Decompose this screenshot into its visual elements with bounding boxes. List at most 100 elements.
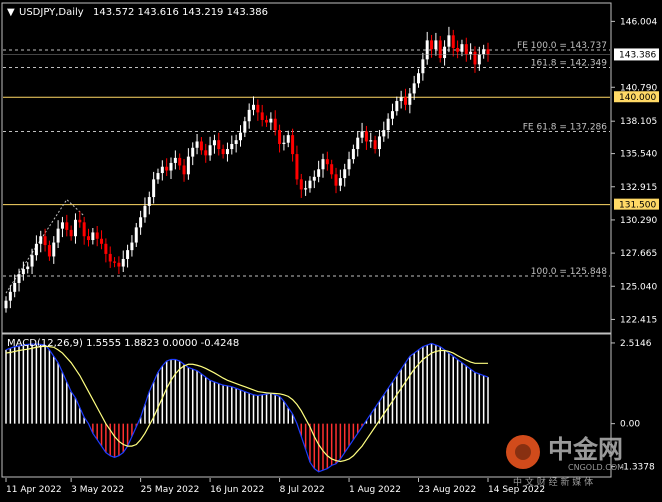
candle-body <box>386 118 390 131</box>
price-tick-label: 132.915 <box>620 183 657 193</box>
candle-body <box>186 156 190 175</box>
price-tick-label: 135.540 <box>620 150 657 160</box>
candle-body <box>152 179 156 198</box>
candle-body <box>238 132 242 141</box>
candle-body <box>130 242 134 251</box>
time-tick-label: 11 Apr 2022 <box>6 485 62 495</box>
candle-body <box>299 179 303 190</box>
candle-body <box>265 119 269 123</box>
candle-body <box>147 197 151 206</box>
candle-body <box>330 164 334 175</box>
fib-level-label: 161.8 = 142.349 <box>531 59 608 69</box>
candle-body <box>317 169 321 177</box>
time-tick-label: 3 May 2022 <box>71 485 124 495</box>
candle-body <box>312 176 316 181</box>
chart-canvas[interactable]: FE 100.0 = 143.737 161.8 = 142.349 FE 61.8… <box>0 0 662 498</box>
candle-body <box>247 109 251 122</box>
candle-body <box>273 118 277 131</box>
watermark-tagline: 中 文 财 经 新 媒 体 <box>513 476 593 488</box>
candle-body <box>286 135 290 143</box>
candle-body <box>278 130 282 144</box>
trading-chart[interactable]: FE 100.0 = 143.737 161.8 = 142.349 FE 61.8… <box>0 0 662 498</box>
candle-body <box>169 162 173 171</box>
candle-body <box>139 217 143 228</box>
candle-body <box>17 274 21 283</box>
candle-body <box>95 232 99 239</box>
candle-body <box>121 258 125 267</box>
candle-body <box>295 154 299 180</box>
candle-body <box>199 141 203 151</box>
price-tick-label: 125.040 <box>620 282 657 292</box>
candle-body <box>178 157 182 166</box>
price-tick-label: 127.665 <box>620 249 657 259</box>
candle-body <box>13 282 17 292</box>
candle-body <box>408 93 412 105</box>
candle-body <box>252 104 256 110</box>
candle-body <box>78 219 82 223</box>
candle-body <box>477 54 481 65</box>
candle-body <box>260 112 264 120</box>
candle-body <box>234 140 238 144</box>
candle-body <box>43 236 47 246</box>
time-tick-label: 1 Aug 2022 <box>349 485 401 495</box>
candle-body <box>182 165 186 175</box>
candle-body <box>39 236 43 244</box>
candle-body <box>230 143 234 150</box>
current-price-text: 143.386 <box>619 50 656 60</box>
time-tick-label: 16 Jun 2022 <box>210 485 264 495</box>
candle-body <box>26 266 30 270</box>
candle-body <box>212 140 216 146</box>
time-tick-label: 25 May 2022 <box>141 485 200 495</box>
candle-body <box>204 150 208 156</box>
cngold-logo-inner <box>515 444 531 460</box>
candle-body <box>100 238 104 244</box>
ohlc-readout: 143.572 143.616 143.219 143.386 <box>93 7 268 18</box>
price-tick-label: 130.290 <box>620 216 657 226</box>
candle-body <box>382 130 386 137</box>
candle-body <box>134 227 138 243</box>
fib-level-label: FE 100.0 = 143.737 <box>517 41 607 51</box>
watermark-brand: 中金网 <box>548 435 623 464</box>
candle-body <box>243 121 247 133</box>
candle-body <box>390 111 394 119</box>
candle-body <box>308 180 312 189</box>
candle-body <box>469 51 473 55</box>
candle-body <box>443 46 447 59</box>
fib-level-label: FE 61.8 = 137.286 <box>523 123 608 133</box>
candle-body <box>87 236 91 241</box>
candle-body <box>291 135 295 155</box>
candle-body <box>356 137 360 150</box>
candle-body <box>156 173 160 180</box>
cngold-watermark: 中金网 CNGOLD.COM 中 文 财 经 新 媒 体 <box>506 435 624 488</box>
price-tick-label: 122.415 <box>620 315 657 325</box>
candle-body <box>403 97 407 105</box>
candle-body <box>173 157 177 163</box>
candle-body <box>69 229 73 237</box>
candle-body <box>91 232 95 241</box>
candle-body <box>304 188 308 190</box>
candle-body <box>256 104 260 113</box>
candle-body <box>412 83 416 94</box>
candle-body <box>364 131 368 142</box>
candle-body <box>473 51 477 65</box>
candle-body <box>65 222 69 230</box>
time-axis[interactable]: 11 Apr 2022 3 May 2022 25 May 2022 16 Jun 2… <box>5 478 545 495</box>
price-tick-label: 138.105 <box>620 117 657 127</box>
candle-body <box>399 97 403 102</box>
candle-body <box>351 149 355 160</box>
macd-label: MACD(12,26,9) 1.5555 1.8823 0.0000 -0.42… <box>7 338 239 349</box>
candle-body <box>208 145 212 156</box>
candle-body <box>373 140 377 150</box>
collapse-arrow-icon[interactable]: ▼ <box>7 7 15 18</box>
candle-body <box>143 205 147 218</box>
candle-body <box>117 262 121 267</box>
candle-body <box>34 243 38 256</box>
candle-body <box>217 140 221 150</box>
candle-body <box>395 101 399 112</box>
candle-body <box>369 140 373 142</box>
fib-level-label: 100.0 = 125.848 <box>531 267 608 277</box>
candle-body <box>486 49 490 55</box>
candle-body <box>421 59 425 74</box>
candle-body <box>321 159 325 170</box>
candle-body <box>52 242 56 257</box>
